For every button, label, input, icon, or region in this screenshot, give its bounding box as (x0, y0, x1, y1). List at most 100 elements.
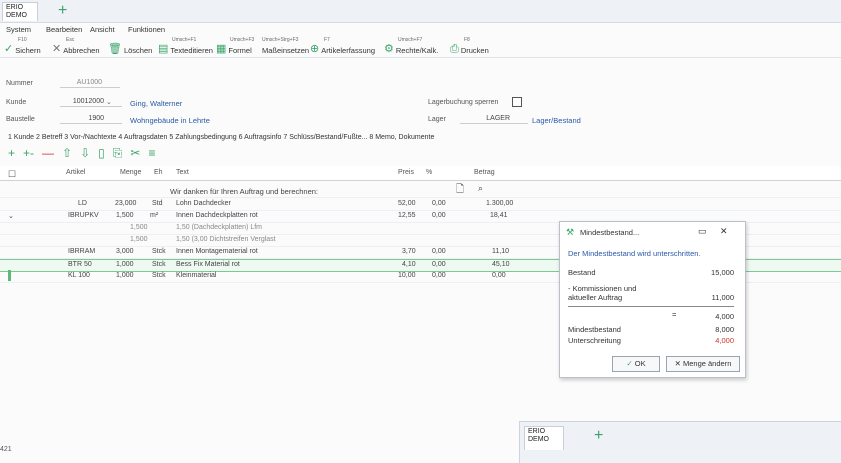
table-row[interactable]: LD 23,000 Std Lohn Dachdecker 52,00 0,00… (0, 199, 841, 211)
cancel-key: Esc (66, 37, 75, 43)
row-eh: Stck (152, 248, 166, 255)
text-edit-icon: ▤ (158, 43, 169, 55)
col-betrag[interactable]: Betrag (474, 169, 495, 176)
save-button[interactable]: F10 ✓ Sichern (4, 37, 41, 55)
status-counter: 421 (0, 446, 12, 453)
mindest-value: 8,000 (715, 325, 734, 334)
measure-key: Umsch+Strg+F3 (262, 37, 299, 43)
add-sub-row-icon[interactable]: +- (23, 146, 34, 162)
lager-lock-checkbox[interactable] (512, 97, 522, 107)
remove-row-icon[interactable]: — (42, 146, 54, 162)
row-text: Wir danken für Ihren Auftrag und berechn… (170, 187, 319, 196)
cut-icon[interactable]: ✂ (130, 146, 140, 162)
sum-sign: = (672, 310, 677, 319)
komm-label-1: - Kommissionen und (568, 284, 637, 293)
lager-field[interactable]: LAGER (460, 115, 528, 124)
move-down-icon[interactable]: ⇩ (80, 146, 90, 162)
close-icon: ✕ (674, 359, 681, 368)
row-menge: 23,000 (115, 200, 137, 207)
chevron-down-icon[interactable]: ⌄ (106, 98, 112, 106)
row-pct: 0,00 (432, 200, 446, 207)
add-circle-icon: ⊕ (310, 43, 320, 55)
row-pct: 0,00 (432, 261, 446, 268)
delete-button[interactable]: 🗑 Löschen (108, 39, 152, 55)
row-eh: Stck (152, 272, 166, 279)
rights-calc-label: Rechte/Kalk. (395, 46, 439, 55)
new-tab-button[interactable]: + (58, 3, 67, 19)
col-eh[interactable]: Eh (154, 169, 163, 176)
article-entry-button[interactable]: F7 ⊕ Artikelerfassung (310, 37, 375, 55)
row-text: Innen Dachdeckplatten rot (176, 212, 258, 219)
grid-toggle-icon[interactable]: ☐ (8, 169, 16, 180)
col-preis[interactable]: Preis (398, 169, 414, 176)
cancel-label: Abbrechen (63, 46, 100, 55)
move-up-icon[interactable]: ⇧ (62, 146, 72, 162)
kunde-field[interactable]: 10012000 (60, 98, 122, 107)
result-value: 4,000 (715, 312, 734, 321)
lager-bestand-link[interactable]: Lager/Bestand (532, 116, 581, 125)
measure-label: Maßeinsetzen (262, 46, 310, 55)
row-artikel: IBRUPKV (68, 212, 99, 219)
dialog-message: Der Mindestbestand wird unterschritten. (568, 249, 701, 258)
section-tabs[interactable]: 1 Kunde 2 Betreff 3 Vor-/Nachtexte 4 Auf… (8, 134, 434, 141)
sum-divider (568, 306, 734, 307)
baustelle-field[interactable]: 1900 (60, 115, 122, 124)
paste-icon[interactable]: ⎘ (113, 146, 123, 162)
row-artikel: LD (78, 200, 87, 207)
close-icon[interactable]: ✕ (720, 226, 728, 237)
second-window-tab[interactable]: ERIO DEMO (524, 426, 564, 450)
baustelle-name-link[interactable]: Wohngebäude in Lehrte (130, 116, 210, 125)
table-header: ☐ Artikel Menge Eh Text Preis % Betrag (0, 166, 841, 181)
row-menge: 1,000 (116, 272, 134, 279)
change-quantity-button[interactable]: ✕ Menge ändern (666, 356, 740, 372)
row-artikel: KL 100 (68, 272, 90, 279)
formula-button[interactable]: Umsch+F3 ▦ Formel (216, 37, 254, 55)
rights-calc-button[interactable]: Umsch+F7 ⚙ Rechte/Kalk. (384, 37, 439, 55)
menu-system[interactable]: System (6, 25, 31, 34)
row-eh: m² (150, 212, 159, 219)
dialog-title: Mindestbestand... (580, 228, 640, 237)
expand-chevron-icon[interactable]: ⌄ (8, 212, 14, 220)
cancel-button[interactable]: Esc ✕ Abbrechen (52, 37, 100, 55)
col-menge[interactable]: Menge (120, 169, 141, 176)
print-button[interactable]: F8 ⎙ Drucken (450, 37, 489, 55)
row-text: Innen Montagematerial rot (176, 248, 258, 255)
row-menge: 1,500 (130, 236, 148, 243)
col-text[interactable]: Text (176, 169, 189, 176)
col-artikel[interactable]: Artikel (66, 169, 85, 176)
kunde-name-link[interactable]: Ging, Walterner (130, 99, 182, 108)
second-window-preview[interactable]: ERIO DEMO + (519, 421, 841, 463)
delete-label: Löschen (123, 46, 153, 55)
kunde-label: Kunde (6, 99, 27, 106)
list-icon[interactable]: ≡ (148, 146, 155, 162)
nummer-field[interactable]: AU1000 (60, 79, 120, 88)
formula-icon: ▦ (216, 43, 227, 55)
col-pct[interactable]: % (426, 169, 432, 176)
measure-button[interactable]: Umsch+Strg+F3 Maßeinsetzen (262, 37, 310, 55)
menu-funktionen[interactable]: Funktionen (128, 25, 165, 34)
dialog-app-icon: ⚒ (566, 227, 575, 237)
second-new-tab-button[interactable]: + (594, 428, 603, 444)
second-tab-line1: ERIO (528, 428, 546, 435)
ok-button[interactable]: ✓ OK (612, 356, 660, 372)
row-menge: 1,000 (116, 261, 134, 268)
search-icon[interactable]: ⌕ (478, 183, 483, 194)
lager-label: Lager (428, 116, 446, 123)
copy-icon[interactable]: ▯ (98, 146, 105, 162)
table-row[interactable]: Wir danken für Ihren Auftrag und berechn… (0, 183, 841, 198)
unter-label: Unterschreitung (568, 336, 621, 345)
app-tab-line2: DEMO (6, 12, 27, 19)
add-row-icon[interactable]: + (8, 146, 15, 162)
row-artikel: IBRRAM (68, 248, 96, 255)
menu-ansicht[interactable]: Ansicht (90, 25, 115, 34)
menu-bar: System Bearbeiten Ansicht Funktionen (0, 24, 841, 36)
printer-icon: ⎙ (450, 43, 459, 55)
row-pct: 0,00 (432, 272, 446, 279)
document-icon[interactable]: 🗋 (456, 182, 464, 199)
row-preis: 4,10 (402, 261, 416, 268)
menu-bearbeiten[interactable]: Bearbeiten (46, 25, 82, 34)
ok-label: OK (634, 359, 646, 368)
app-tab[interactable]: ERIO DEMO (2, 2, 38, 21)
text-edit-button[interactable]: Umsch+F1 ▤ Texteditieren (158, 37, 213, 55)
maximize-icon[interactable]: ▭ (698, 226, 707, 237)
